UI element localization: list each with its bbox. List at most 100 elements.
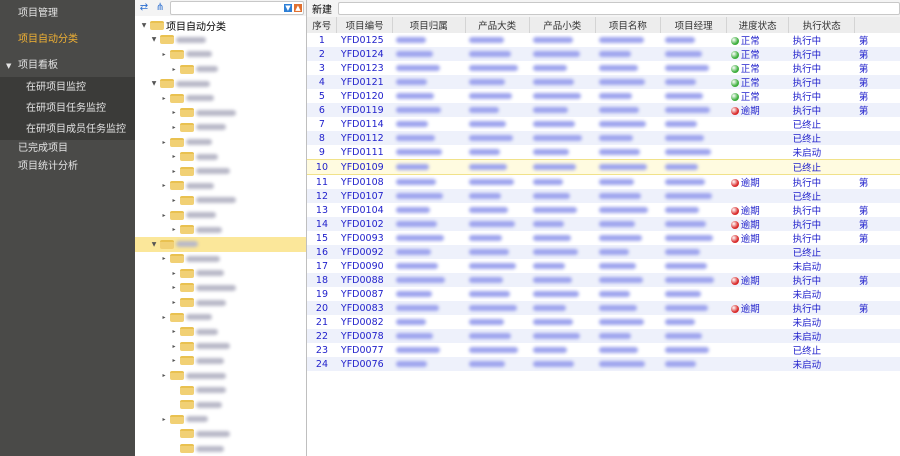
project-id-link[interactable]: YFD0114	[337, 117, 393, 131]
tree-node[interactable]: ▸	[135, 310, 306, 325]
tree-node[interactable]: ▸	[135, 106, 306, 121]
table-row[interactable]: 17 YFD0090 未启动	[307, 259, 900, 274]
exec-status-link[interactable]: 执行中	[788, 47, 855, 61]
extra-cell[interactable]	[855, 315, 900, 329]
project-id-link[interactable]: YFD0082	[337, 315, 393, 329]
project-id-link[interactable]: YFD0083	[336, 301, 393, 315]
collapse-icon[interactable]: ▼	[150, 36, 158, 43]
extra-cell[interactable]: 第	[855, 89, 900, 103]
extra-cell[interactable]: 第	[854, 103, 900, 117]
exec-status-link[interactable]: 未启动	[788, 329, 855, 343]
table-row[interactable]: 4 YFD0121 正常 执行中 第	[307, 75, 900, 89]
tree-node[interactable]: ▸	[135, 164, 306, 179]
grid-search-input[interactable]	[338, 2, 900, 15]
column-header[interactable]: 项目名称	[595, 17, 662, 33]
table-row[interactable]: 19 YFD0087 未启动	[307, 287, 900, 302]
collapse-icon[interactable]: ▼	[150, 241, 158, 248]
expand-icon[interactable]: ▸	[170, 226, 178, 233]
extra-cell[interactable]	[855, 259, 900, 273]
expand-icon[interactable]: ▸	[170, 357, 178, 364]
extra-cell[interactable]: 第	[854, 47, 900, 61]
column-header[interactable]	[854, 17, 900, 33]
nav-monitor-projects[interactable]: 在研项目监控	[0, 77, 135, 98]
exec-status-link[interactable]: 执行中	[788, 273, 855, 287]
project-id-link[interactable]: YFD0104	[337, 203, 393, 217]
extra-cell[interactable]: 第	[855, 33, 900, 47]
tree-node[interactable]: ▸	[135, 179, 306, 194]
extra-cell[interactable]: 第	[855, 203, 900, 217]
extra-cell[interactable]	[855, 117, 900, 131]
extra-cell[interactable]: 第	[854, 217, 900, 231]
tree-node[interactable]: ▸	[135, 208, 306, 223]
extra-cell[interactable]	[855, 343, 900, 357]
extra-cell[interactable]: 第	[855, 61, 900, 75]
project-id-link[interactable]: YFD0125	[337, 33, 393, 47]
extra-cell[interactable]	[854, 329, 900, 343]
new-button[interactable]: 新建	[312, 1, 332, 16]
table-row[interactable]: 11 YFD0108 逾期 执行中 第	[307, 175, 900, 190]
expand-icon[interactable]: ▸	[170, 168, 178, 175]
table-row[interactable]: 15 YFD0093 逾期 执行中 第	[307, 231, 900, 246]
column-header[interactable]: 执行状态	[788, 17, 856, 33]
exec-status-link[interactable]: 执行中	[788, 75, 855, 89]
collapse-icon[interactable]: ▼	[150, 80, 158, 87]
tree-node[interactable]: ▸	[135, 135, 306, 150]
exec-status-link[interactable]: 执行中	[789, 203, 855, 217]
tree-node[interactable]: ▸	[135, 281, 306, 296]
table-row[interactable]: 16 YFD0092 已终止	[307, 245, 900, 259]
exec-status-link[interactable]: 已终止	[788, 131, 855, 145]
expand-icon[interactable]: ▸	[170, 124, 178, 131]
collapse-icon[interactable]: ▸	[160, 372, 168, 379]
tree-node[interactable]: ▸	[135, 339, 306, 354]
exec-status-link[interactable]: 未启动	[788, 357, 855, 371]
exec-status-link[interactable]: 未启动	[789, 259, 855, 273]
table-row[interactable]: 3 YFD0123 正常 执行中 第	[307, 61, 900, 76]
nav-monitor-member-tasks[interactable]: 在研项目成员任务监控	[0, 119, 135, 140]
nav-monitor-tasks[interactable]: 在研项目任务监控	[0, 98, 135, 119]
table-row[interactable]: 6 YFD0119 逾期 执行中 第	[307, 103, 900, 117]
extra-cell[interactable]: 第	[854, 75, 900, 89]
project-id-link[interactable]: YFD0109	[336, 159, 393, 175]
tree-node[interactable]	[135, 397, 306, 412]
tree-node[interactable]: ▼	[135, 236, 306, 252]
tree-node[interactable]: ▸	[135, 149, 306, 164]
extra-cell[interactable]	[854, 131, 900, 145]
project-id-link[interactable]: YFD0124	[336, 47, 393, 61]
refresh-icon[interactable]: ⇄	[138, 2, 150, 14]
tree-node[interactable]: ▸	[135, 47, 306, 62]
tree-node[interactable]: ▸	[135, 252, 306, 267]
tree-node[interactable]: ▼	[135, 33, 306, 48]
exec-status-link[interactable]: 执行中	[788, 217, 855, 231]
extra-cell[interactable]	[854, 189, 900, 203]
exec-status-link[interactable]: 未启动	[789, 145, 855, 160]
tree-node[interactable]: ▸	[135, 91, 306, 106]
exec-status-link[interactable]: 执行中	[789, 61, 855, 75]
expand-icon[interactable]: ▸	[170, 328, 178, 335]
tree-node[interactable]	[135, 441, 306, 456]
extra-cell[interactable]: 第	[854, 273, 900, 287]
project-id-link[interactable]: YFD0090	[337, 259, 393, 273]
extra-cell[interactable]	[854, 245, 900, 259]
expand-icon[interactable]: ▸	[170, 270, 178, 277]
nav-project-auto-category[interactable]: 项目自动分类	[0, 29, 135, 51]
tree-node[interactable]: ▸	[135, 412, 306, 427]
project-id-link[interactable]: YFD0112	[336, 131, 393, 145]
project-id-link[interactable]: YFD0088	[336, 273, 393, 287]
extra-cell[interactable]	[854, 159, 900, 175]
extra-cell[interactable]: 第	[855, 231, 900, 245]
table-row[interactable]: 2 YFD0124 正常 执行中 第	[307, 47, 900, 61]
project-id-link[interactable]: YFD0102	[336, 217, 393, 231]
nav-project-management[interactable]: 项目管理	[0, 3, 135, 25]
table-row[interactable]: 18 YFD0088 逾期 执行中 第	[307, 273, 900, 287]
project-id-link[interactable]: YFD0111	[337, 145, 393, 160]
project-id-link[interactable]: YFD0120	[337, 89, 393, 103]
tree-node[interactable]	[135, 427, 306, 442]
table-row[interactable]: 13 YFD0104 逾期 执行中 第	[307, 203, 900, 218]
exec-status-link[interactable]: 执行中	[788, 103, 855, 117]
tree-search-input[interactable]: ▼ ▲	[170, 1, 304, 15]
exec-status-link[interactable]: 已终止	[788, 159, 855, 175]
expand-icon[interactable]: ▸	[170, 343, 178, 350]
extra-cell[interactable]	[855, 287, 900, 301]
table-row[interactable]: 5 YFD0120 正常 执行中 第	[307, 89, 900, 104]
exec-status-link[interactable]: 已终止	[788, 245, 855, 259]
